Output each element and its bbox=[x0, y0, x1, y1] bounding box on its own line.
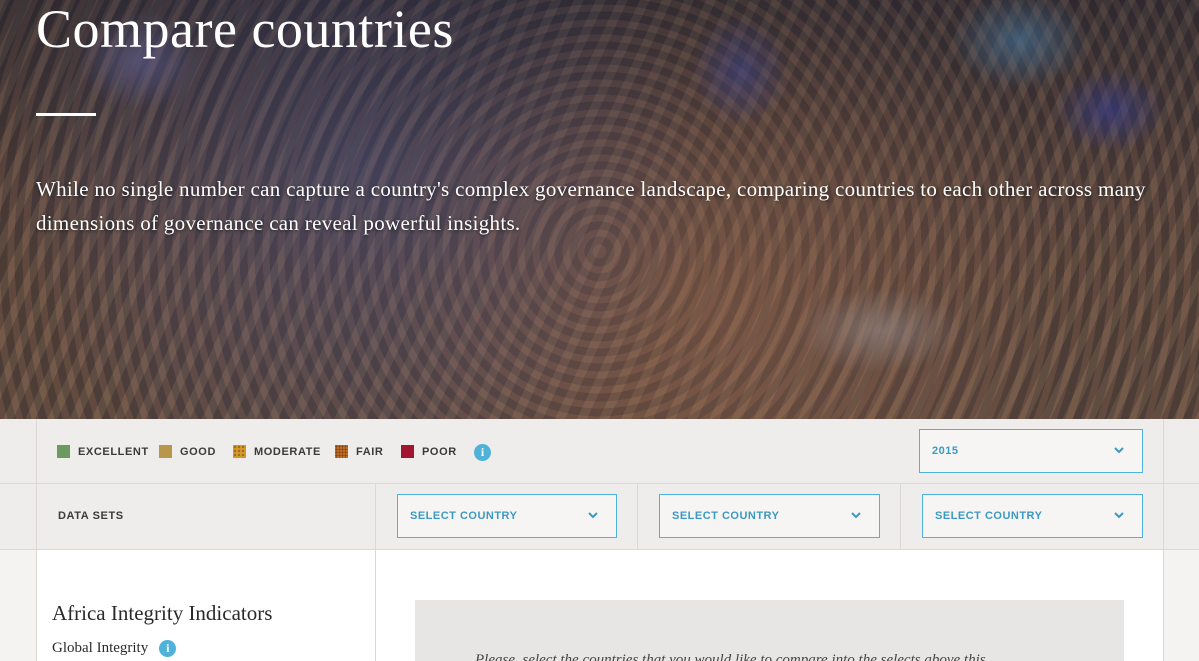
legend-item-fair: FAIR bbox=[335, 445, 383, 458]
chevron-down-icon bbox=[1112, 443, 1126, 457]
divider bbox=[375, 484, 376, 549]
divider bbox=[36, 484, 37, 549]
content-area: Africa Integrity Indicators Global Integ… bbox=[0, 550, 1199, 661]
divider bbox=[36, 419, 37, 483]
country-select-value: SELECT COUNTRY bbox=[672, 510, 780, 522]
legend-item-excellent: EXCELLENT bbox=[57, 445, 149, 458]
country-select-value: SELECT COUNTRY bbox=[935, 510, 1043, 522]
legend-label: EXCELLENT bbox=[78, 445, 149, 458]
year-select-value: 2015 bbox=[932, 445, 959, 457]
year-select[interactable]: 2015 bbox=[919, 429, 1143, 473]
country-select-3[interactable]: SELECT COUNTRY bbox=[922, 494, 1143, 538]
dataset-source: Global Integrity i bbox=[52, 640, 177, 657]
info-icon[interactable]: i bbox=[474, 444, 491, 461]
fair-swatch bbox=[335, 445, 348, 458]
country-select-value: SELECT COUNTRY bbox=[410, 510, 518, 522]
page-title: Compare countries bbox=[36, 0, 454, 59]
chevron-down-icon bbox=[1112, 508, 1126, 522]
legend-item-moderate: MODERATE bbox=[233, 445, 321, 458]
page-description: While no single number can capture a cou… bbox=[36, 177, 1146, 235]
legend-label: FAIR bbox=[356, 445, 384, 458]
sidebar: Africa Integrity Indicators Global Integ… bbox=[36, 550, 376, 661]
legend-item-poor: POOR bbox=[401, 445, 457, 458]
good-swatch bbox=[159, 445, 172, 458]
legend-label: GOOD bbox=[180, 445, 217, 458]
legend-label: MODERATE bbox=[254, 445, 321, 458]
datasets-label: DATA SETS bbox=[58, 510, 124, 522]
chevron-down-icon bbox=[849, 508, 863, 522]
divider bbox=[1163, 419, 1164, 483]
datasets-row: DATA SETS SELECT COUNTRY SELECT COUNTRY … bbox=[0, 484, 1199, 550]
moderate-swatch bbox=[233, 445, 246, 458]
empty-state-message: Please, select the countries that you wo… bbox=[475, 652, 986, 661]
legend-bar: EXCELLENT GOOD MODERATE FAIR POOR i 2015 bbox=[0, 419, 1199, 484]
info-icon[interactable]: i bbox=[159, 640, 177, 657]
comparison-pane: Please, select the countries that you wo… bbox=[376, 550, 1164, 661]
excellent-swatch bbox=[57, 445, 70, 458]
country-select-1[interactable]: SELECT COUNTRY bbox=[397, 494, 617, 538]
legend-item-good: GOOD bbox=[159, 445, 216, 458]
chevron-down-icon bbox=[586, 508, 600, 522]
hero-banner: Compare countries While no single number… bbox=[0, 0, 1199, 419]
dataset-title: Africa Integrity Indicators bbox=[52, 601, 273, 625]
divider bbox=[1163, 484, 1164, 549]
country-select-2[interactable]: SELECT COUNTRY bbox=[659, 494, 880, 538]
title-divider bbox=[36, 113, 96, 116]
poor-swatch bbox=[401, 445, 414, 458]
divider bbox=[900, 484, 901, 549]
legend-label: POOR bbox=[422, 445, 457, 458]
dataset-source-label: Global Integrity bbox=[52, 640, 149, 656]
divider bbox=[637, 484, 638, 549]
